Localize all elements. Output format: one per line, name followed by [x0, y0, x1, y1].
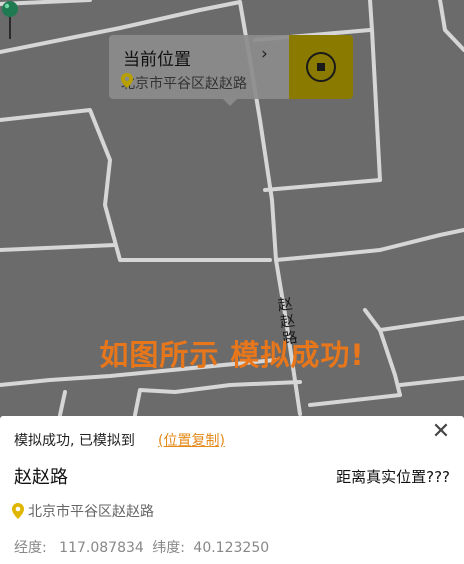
- current-location-popup[interactable]: 当前位置 › 北京市平谷区赵赵路: [109, 35, 353, 106]
- distance-to-real-location[interactable]: 距离真实位置???: [336, 466, 450, 487]
- result-sheet: 模拟成功, 已模拟到 (位置复制) ✕ 赵赵路 距离真实位置??? 北京市平谷区…: [0, 416, 464, 564]
- map-view[interactable]: 赵赵路 当前位置 › 北京市平谷区赵赵路 如图所示 模拟成功!: [0, 0, 464, 416]
- current-location-info[interactable]: 当前位置 › 北京市平谷区赵赵路: [109, 35, 289, 99]
- longitude-label: 经度:: [14, 540, 47, 556]
- location-pin-icon: [121, 73, 133, 88]
- popup-address: 北京市平谷区赵赵路: [121, 76, 247, 92]
- longitude-value: 117.087834: [59, 540, 144, 556]
- sheet-address: 北京市平谷区赵赵路: [28, 504, 154, 520]
- stop-simulation-button[interactable]: [289, 35, 353, 99]
- road-name: 赵赵路: [14, 467, 68, 488]
- latitude-value: 40.123250: [193, 540, 270, 556]
- sheet-address-row: 北京市平谷区赵赵路: [12, 501, 154, 521]
- latitude-label: 纬度:: [152, 540, 185, 556]
- chevron-right-icon: ›: [261, 44, 268, 64]
- close-icon[interactable]: ✕: [429, 419, 453, 444]
- map-marker-icon[interactable]: [0, 0, 20, 40]
- success-overlay-caption: 如图所示 模拟成功!: [99, 338, 365, 372]
- stop-circle-icon: [306, 52, 336, 82]
- coordinates-readout: 经度: 117.087834 纬度: 40.123250: [14, 537, 269, 557]
- location-pin-icon: [12, 503, 24, 519]
- popup-address-row: 北京市平谷区赵赵路: [121, 73, 247, 93]
- popup-pointer: [222, 98, 238, 106]
- copy-location-link[interactable]: (位置复制): [158, 430, 225, 450]
- simulation-status-text: 模拟成功, 已模拟到: [14, 433, 135, 449]
- current-location-title: 当前位置: [123, 50, 191, 70]
